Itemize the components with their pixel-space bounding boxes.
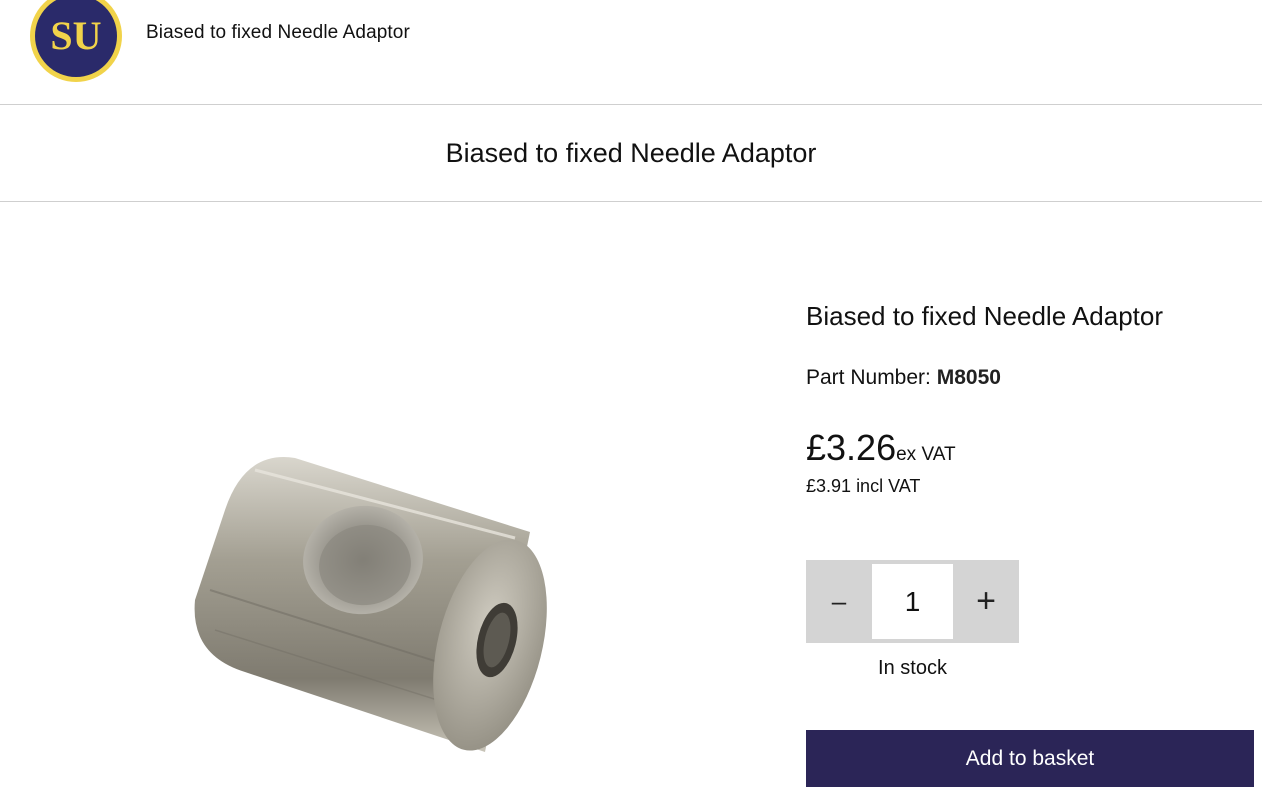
- product-name: Biased to fixed Needle Adaptor: [806, 301, 1164, 331]
- quantity-input[interactable]: [872, 564, 953, 639]
- price-incl-vat: £3.91: [806, 476, 852, 496]
- price-ex-vat-label: ex VAT: [896, 444, 956, 465]
- price-ex-vat: £3.26: [806, 427, 897, 468]
- quantity-decrease-button[interactable]: –: [806, 560, 872, 643]
- add-to-basket-button[interactable]: Add to basket: [806, 730, 1254, 787]
- price-incl-vat-label: incl VAT: [856, 476, 921, 496]
- site-header: SU Biased to fixed Needle Adaptor: [0, 0, 1262, 105]
- part-number-value: M8050: [936, 366, 1001, 389]
- stock-status: In stock: [878, 657, 947, 679]
- price-incl-vat-row: £3.91 incl VAT: [806, 475, 1256, 497]
- price-ex-vat-row: £3.26ex VAT: [806, 428, 1256, 475]
- su-logo[interactable]: SU: [28, 0, 124, 84]
- needle-adaptor-image-icon: [194, 457, 547, 752]
- page-title-band: Biased to fixed Needle Adaptor: [0, 105, 1262, 202]
- logo-text: SU: [50, 13, 101, 58]
- page-title: Biased to fixed Needle Adaptor: [445, 137, 817, 168]
- header-title[interactable]: Biased to fixed Needle Adaptor: [146, 22, 410, 44]
- product-image[interactable]: [185, 440, 560, 770]
- quantity-increase-button[interactable]: +: [953, 560, 1019, 643]
- part-number-label: Part Number:: [806, 366, 931, 389]
- part-number-row: Part Number: M8050: [806, 366, 1256, 390]
- product-details: Biased to fixed Needle Adaptor Part Numb…: [806, 296, 1256, 497]
- quantity-stepper: – +: [806, 560, 1019, 643]
